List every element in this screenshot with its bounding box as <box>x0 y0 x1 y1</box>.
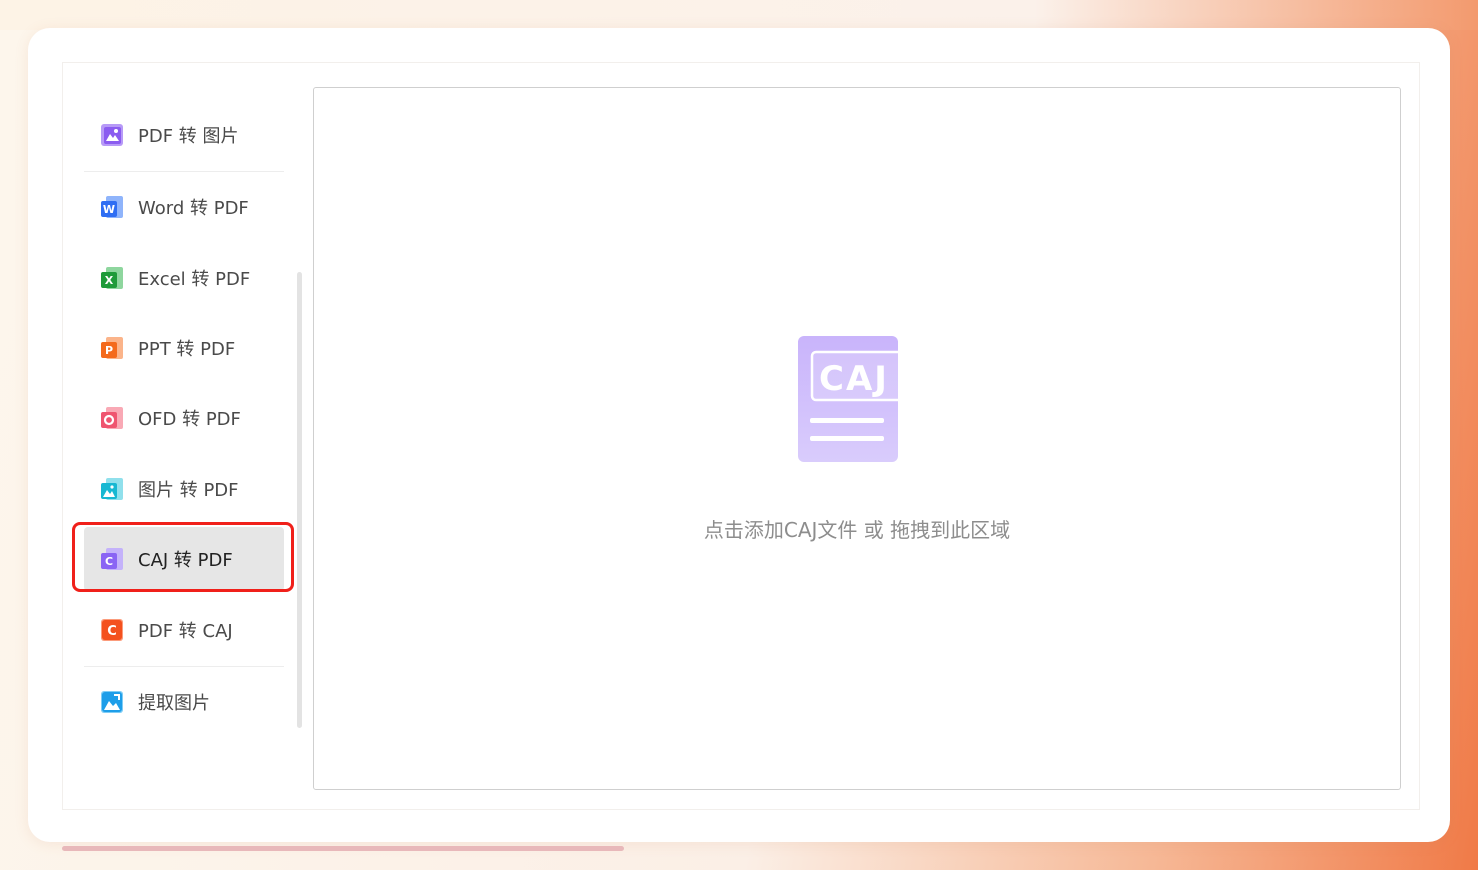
sidebar-item-label: PPT 转 PDF <box>138 339 236 360</box>
ppt-icon: P <box>101 337 123 359</box>
excel-icon: X <box>101 267 123 289</box>
sidebar-item-label: 提取图片 <box>138 693 210 714</box>
sidebar-item-label: 图片 转 PDF <box>138 480 239 501</box>
sidebar-item-label: OFD 转 PDF <box>138 409 241 430</box>
sidebar-item-label: Word 转 PDF <box>138 198 249 219</box>
dropzone-hint: 点击添加CAJ文件 或 拖拽到此区域 <box>703 518 1011 542</box>
sidebar-divider <box>84 666 284 667</box>
caj-file-icon: CAJ <box>798 336 910 462</box>
word-icon: W <box>101 196 123 218</box>
sidebar-item-label: CAJ 转 PDF <box>138 550 233 571</box>
sidebar-item-label: Excel 转 PDF <box>138 269 251 290</box>
svg-text:P: P <box>105 344 113 357</box>
sidebar-divider <box>84 171 284 172</box>
sidebar-item-pdf-to-image[interactable]: PDF 转 图片 <box>84 103 284 167</box>
svg-text:W: W <box>103 203 115 216</box>
sidebar-item-pdf-to-caj[interactable]: C PDF 转 CAJ <box>84 598 284 662</box>
caj-file-icon-text: CAJ <box>819 359 889 399</box>
sidebar-item-ppt-to-pdf[interactable]: P PPT 转 PDF <box>84 316 284 380</box>
svg-text:C: C <box>105 555 113 568</box>
caj-icon: C <box>101 548 123 570</box>
sidebar-item-caj-to-pdf[interactable]: C CAJ 转 PDF <box>84 527 284 591</box>
sidebar-item-image-to-pdf[interactable]: 图片 转 PDF <box>84 457 284 521</box>
background-glow <box>0 0 1478 30</box>
sidebar-item-label: PDF 转 图片 <box>138 126 239 147</box>
ofd-icon <box>101 407 123 429</box>
sidebar-item-extract-image[interactable]: 提取图片 <box>84 670 284 734</box>
sidebar-item-excel-to-pdf[interactable]: X Excel 转 PDF <box>84 246 284 310</box>
svg-text:X: X <box>105 274 114 287</box>
sidebar-item-word-to-pdf[interactable]: W Word 转 PDF <box>84 175 284 239</box>
horizontal-scrollbar[interactable] <box>62 846 624 851</box>
sidebar-item-ofd-to-pdf[interactable]: OFD 转 PDF <box>84 386 284 450</box>
pdf-to-caj-icon: C <box>101 619 123 641</box>
extract-image-icon <box>101 691 123 713</box>
sidebar-scrollbar[interactable] <box>297 272 302 728</box>
sidebar-item-label: PDF 转 CAJ <box>138 621 233 642</box>
pdf-to-image-icon <box>101 124 123 146</box>
image-to-pdf-icon <box>101 478 123 500</box>
svg-text:C: C <box>107 624 117 639</box>
